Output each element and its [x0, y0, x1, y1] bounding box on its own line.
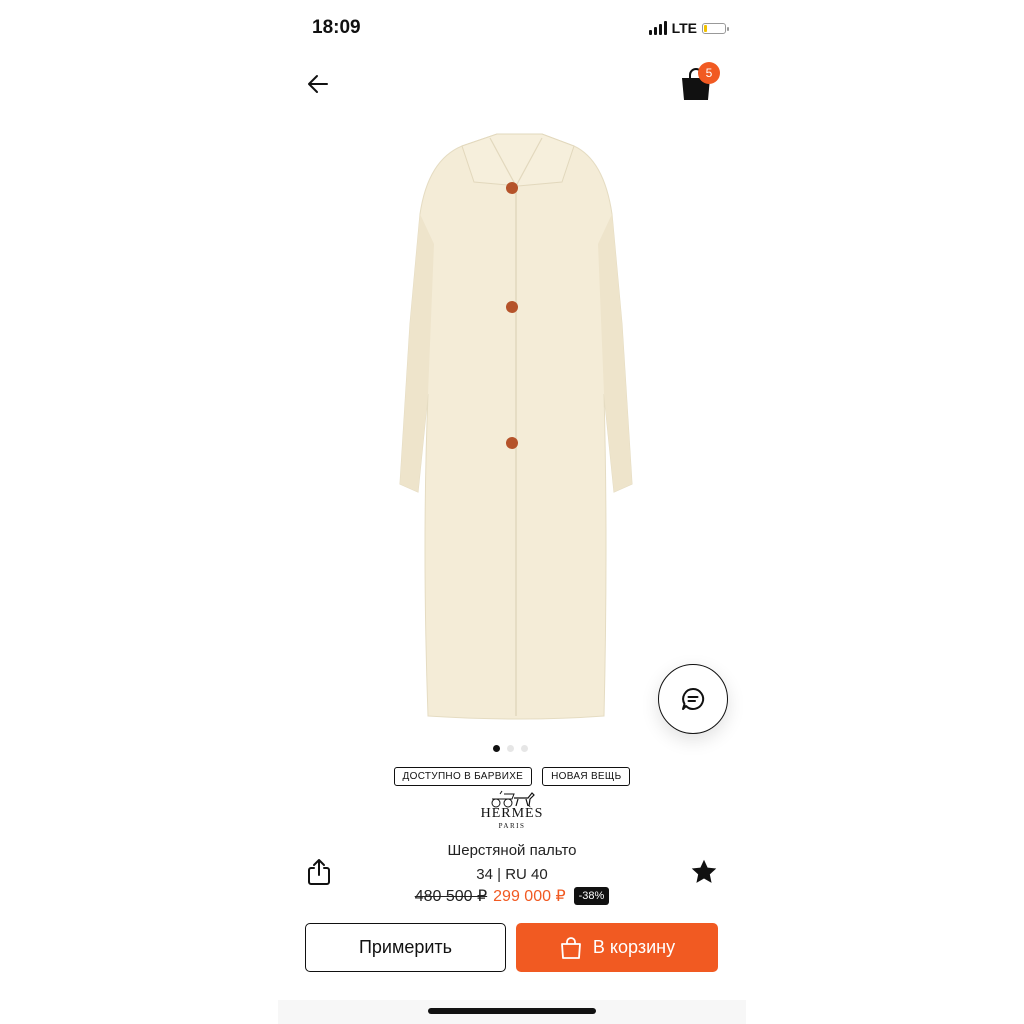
try-on-button[interactable]: Примерить [305, 923, 506, 972]
star-icon [691, 859, 717, 883]
shopping-bag-icon [561, 936, 581, 959]
favorite-button[interactable] [690, 858, 718, 886]
product-image[interactable] [382, 124, 652, 724]
signal-icon [648, 21, 667, 35]
add-to-cart-button[interactable]: В корзину [516, 923, 718, 972]
brand-name: HERMÈS [480, 806, 544, 821]
share-button[interactable] [306, 858, 332, 886]
pagination-dot[interactable] [521, 745, 528, 752]
cart-count-badge: 5 [698, 62, 720, 84]
tag-availability: ДОСТУПНО В БАРВИХЕ [393, 767, 533, 786]
product-size: 34 | RU 40 [476, 866, 548, 883]
gallery-pagination [493, 745, 528, 752]
brand-logo[interactable]: HERMÈS PARIS [278, 790, 746, 830]
battery-icon [702, 22, 729, 34]
price-row: 480 500 ₽ 299 000 ₽ -38% [278, 886, 746, 906]
app-screen: 18:09 LTE 5 ДОСТУПНО В БАРВИХЕ НОВАЯ ВЕЩ… [278, 0, 746, 1024]
pagination-dot[interactable] [507, 745, 514, 752]
discount-badge: -38% [573, 887, 610, 905]
old-price: 480 500 ₽ [414, 888, 488, 905]
product-tags: ДОСТУПНО В БАРВИХЕ НОВАЯ ВЕЩЬ [278, 767, 746, 786]
tag-new: НОВАЯ ВЕЩЬ [542, 767, 631, 786]
new-price: 299 000 ₽ [493, 888, 566, 905]
try-on-label: Примерить [358, 937, 453, 957]
arrow-left-icon [308, 75, 328, 93]
home-indicator[interactable] [428, 1008, 596, 1014]
status-time: 18:09 [312, 17, 361, 38]
chat-icon [682, 687, 705, 710]
back-button[interactable] [304, 70, 332, 98]
status-indicators: LTE [648, 20, 729, 36]
network-label: LTE [671, 20, 697, 36]
share-icon [308, 859, 330, 885]
brand-city: PARIS [498, 822, 526, 830]
add-to-cart-label: В корзину [592, 937, 676, 957]
pagination-dot-active[interactable] [493, 745, 500, 752]
product-name: Шерстяной пальто [447, 842, 577, 859]
chat-button[interactable] [658, 664, 728, 734]
